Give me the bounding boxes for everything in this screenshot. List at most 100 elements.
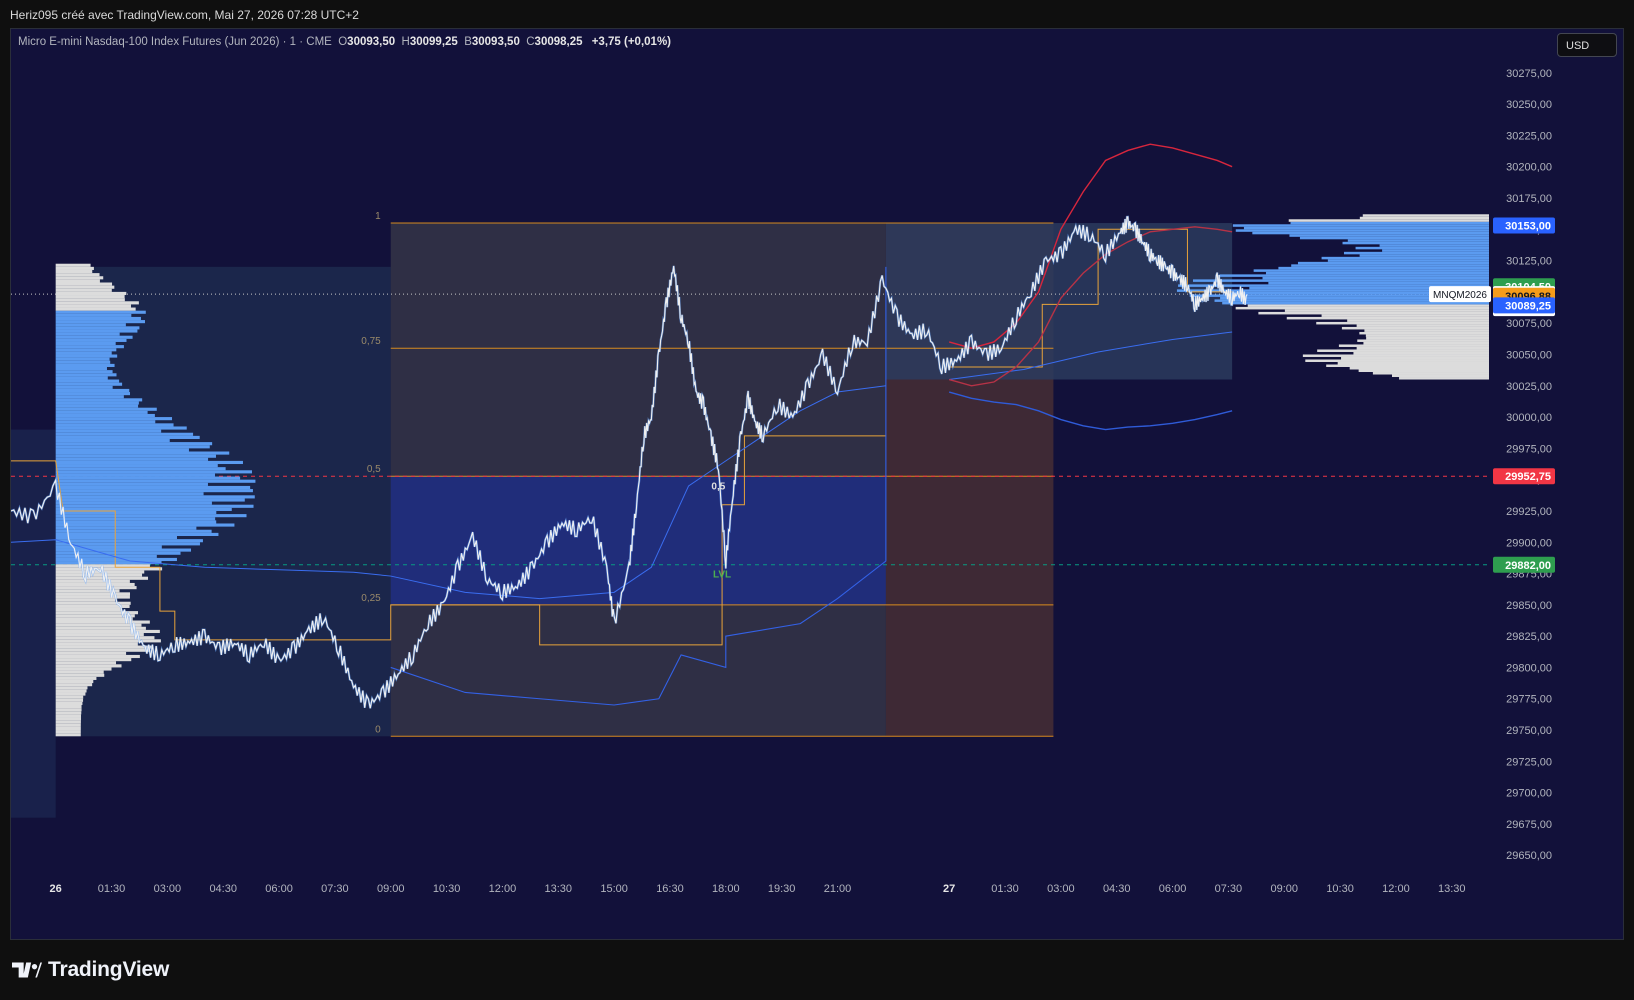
currency-button[interactable]: USD: [1557, 33, 1617, 57]
profile-bar: [55, 607, 122, 612]
x-tick-label: 01:30: [991, 883, 1019, 895]
profile-bar: [55, 620, 150, 624]
snapshot-header: Heriz095 créé avec TradingView.com, Mai …: [0, 0, 1634, 28]
profile-bar: [1359, 331, 1489, 335]
price-label-text: 30153,00: [1505, 221, 1551, 233]
legend-close: 30098,25: [534, 36, 583, 48]
profile-bar: [55, 373, 117, 377]
x-tick-label: 13:30: [1438, 883, 1466, 895]
profile-bar: [55, 698, 84, 702]
profile-bar: [1362, 214, 1489, 217]
y-tick-label: 29975,00: [1506, 443, 1552, 455]
profile-bar: [55, 464, 218, 468]
profile-bar: [55, 489, 253, 493]
profile-bar: [55, 479, 256, 483]
profile-bar: [55, 388, 130, 393]
profile-bar: [55, 460, 243, 465]
profile-bar: [55, 501, 212, 505]
profile-bar: [55, 367, 107, 371]
profile-bar: [55, 639, 161, 643]
profile-bar: [55, 520, 217, 524]
profile-bar: [55, 382, 123, 386]
price-label-text: 29882,00: [1505, 560, 1551, 572]
price-label: 30089,25: [1493, 297, 1555, 314]
profile-bar: [1355, 246, 1489, 250]
profile-bar: [55, 348, 117, 352]
legend-low: 30093,50: [471, 36, 520, 48]
y-tick-label: 29750,00: [1506, 725, 1552, 737]
profile-bar: [55, 298, 125, 302]
profile-bar: [1379, 244, 1489, 247]
profile-bar: [1305, 359, 1489, 362]
profile-bar: [55, 664, 122, 668]
x-tick-label: 10:30: [433, 883, 461, 895]
profile-bar: [55, 316, 141, 321]
x-tick-label: 03:00: [1047, 883, 1075, 895]
profile-bar: [55, 307, 136, 311]
profile-bar: [55, 654, 140, 659]
profile-bar: [55, 557, 177, 562]
profile-bar: [55, 438, 170, 443]
profile-bar: [1253, 269, 1489, 272]
profile-bar: [55, 420, 156, 424]
profile-bar: [1341, 326, 1489, 330]
profile-bar: [1353, 351, 1489, 355]
profile-bar: [55, 295, 125, 299]
profile-bar: [55, 714, 82, 718]
chart-annotation-0: 0,5: [711, 482, 725, 493]
y-tick-label: 29675,00: [1506, 819, 1552, 831]
profile-bar: [55, 385, 113, 389]
x-tick-label: 04:30: [209, 883, 237, 895]
profile-bar: [55, 354, 118, 358]
tradingview-icon: [12, 962, 42, 978]
snapshot-credit: Heriz095 créé avec TradingView.com, Mai …: [10, 8, 359, 22]
profile-bar: [55, 642, 138, 646]
price-axis[interactable]: 30275,00 30250,00 30225,00 30200,00 30175,00…: [1506, 68, 1552, 862]
profile-bar: [1288, 219, 1489, 222]
profile-bar: [55, 529, 212, 533]
profile-bar: [55, 276, 104, 280]
y-tick-label: 30125,00: [1506, 256, 1552, 268]
price-chart[interactable]: 1 0,75 0,5 0,25 0 0,5 LVL 30275,00 30250,00 30225…: [11, 29, 1623, 939]
profile-bar: [1317, 349, 1489, 352]
profile-bar: [55, 404, 139, 408]
profile-bar: [55, 467, 226, 471]
profile-bar: [55, 451, 230, 455]
profile-bar: [1289, 234, 1489, 237]
y-tick-label: 29850,00: [1506, 600, 1552, 612]
profile-bar: [55, 554, 157, 558]
profile-bar: [55, 592, 131, 596]
profile-bar: [55, 673, 105, 677]
profile-bar: [55, 407, 157, 411]
y-tick-label: 30075,00: [1506, 318, 1552, 330]
x-tick-label: 10:30: [1326, 883, 1354, 895]
profile-bar: [1327, 259, 1489, 262]
profile-bar: [55, 717, 82, 721]
profile-bar: [55, 576, 149, 580]
time-axis[interactable]: 26 01:30 03:00 04:30 06:00 07:30 09:00 10:30 12:…: [50, 883, 1466, 895]
profile-bar: [55, 595, 130, 599]
profile-bar: [55, 351, 112, 355]
tradingview-logo[interactable]: TradingView: [12, 958, 169, 982]
profile-bar: [55, 514, 247, 518]
profile-bar: [55, 332, 120, 336]
x-tick-label: 09:00: [1270, 883, 1298, 895]
profile-bar: [1321, 314, 1489, 317]
fib-label-1: 0,75: [361, 336, 381, 347]
chart-area[interactable]: 1 0,75 0,5 0,25 0 0,5 LVL 30275,00 30250,00 30225…: [10, 28, 1624, 940]
profile-bar: [55, 573, 143, 577]
price-label-text: 30089,25: [1505, 300, 1551, 312]
profile-bar: [55, 313, 132, 317]
profile-bar: [1391, 374, 1489, 378]
profile-bar: [1232, 224, 1489, 227]
x-tick-label: 27: [943, 883, 955, 895]
profile-bar: [55, 310, 146, 314]
profile-bar: [1382, 249, 1489, 252]
profile-bar: [1321, 256, 1489, 260]
profile-bar: [1291, 264, 1489, 267]
x-tick-label: 12:00: [1382, 883, 1410, 895]
profile-bar: [55, 338, 127, 342]
profile-bar: [55, 523, 235, 527]
profile-bar: [1326, 364, 1489, 367]
profile-bar: [1252, 231, 1489, 235]
